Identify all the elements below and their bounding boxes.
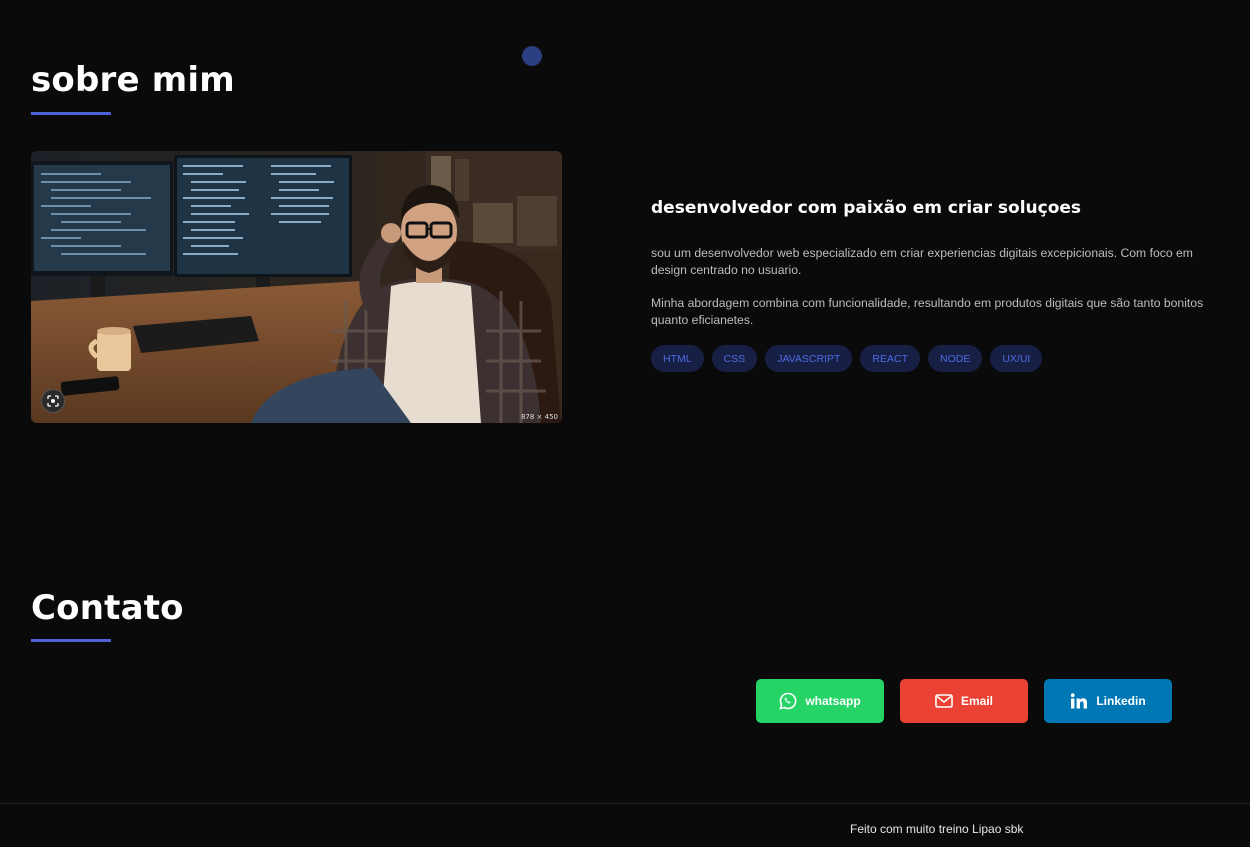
- skill-tag-css: CSS: [711, 345, 758, 372]
- email-button-label: Email: [960, 694, 993, 708]
- skill-tag-html: HTML: [651, 345, 704, 372]
- linkedin-button-label: Linkedin: [1096, 694, 1146, 708]
- about-paragraph-2: Minha abordagem combina com funcionalida…: [651, 296, 1204, 327]
- image-dimensions-label: 878 × 450: [520, 413, 558, 421]
- about-heading: desenvolvedor com paixão em criar soluço…: [651, 198, 1082, 218]
- skills-list: HTML CSS JAVASCRIPT REACT NODE UX/UI: [651, 345, 1043, 372]
- developer-photo: 878 × 450: [31, 151, 562, 423]
- page: sobre mim 878 × 450 desenvolvedor com pa…: [0, 0, 1250, 847]
- footer-text: Feito com muito treino Lipao sbk: [850, 822, 1024, 836]
- skill-tag-react: REACT: [860, 345, 920, 372]
- about-paragraph-1: sou um desenvolvedor web especializado e…: [651, 246, 1193, 277]
- whatsapp-icon: [779, 692, 797, 710]
- footer-divider: [0, 803, 1250, 804]
- contact-section-title: Contato: [31, 588, 184, 628]
- about-title-underline: [31, 112, 111, 115]
- about-section-title: sobre mim: [31, 60, 235, 100]
- skill-tag-javascript: JAVASCRIPT: [765, 345, 853, 372]
- decorative-dot: [522, 46, 542, 66]
- skill-tag-node: NODE: [928, 345, 983, 372]
- contact-buttons: whatsapp Email Linkedin: [756, 679, 1172, 723]
- whatsapp-button[interactable]: whatsapp: [756, 679, 884, 723]
- skill-tag-uxui: UX/UI: [990, 345, 1043, 372]
- contact-title-underline: [31, 639, 111, 642]
- lens-icon: [47, 395, 59, 407]
- lens-search-button[interactable]: [41, 389, 65, 413]
- linkedin-button[interactable]: Linkedin: [1044, 679, 1172, 723]
- mail-icon: [935, 694, 953, 708]
- whatsapp-button-label: whatsapp: [805, 694, 861, 708]
- developer-photo-illustration: [31, 151, 562, 423]
- linkedin-icon: [1071, 693, 1088, 709]
- email-button[interactable]: Email: [900, 679, 1028, 723]
